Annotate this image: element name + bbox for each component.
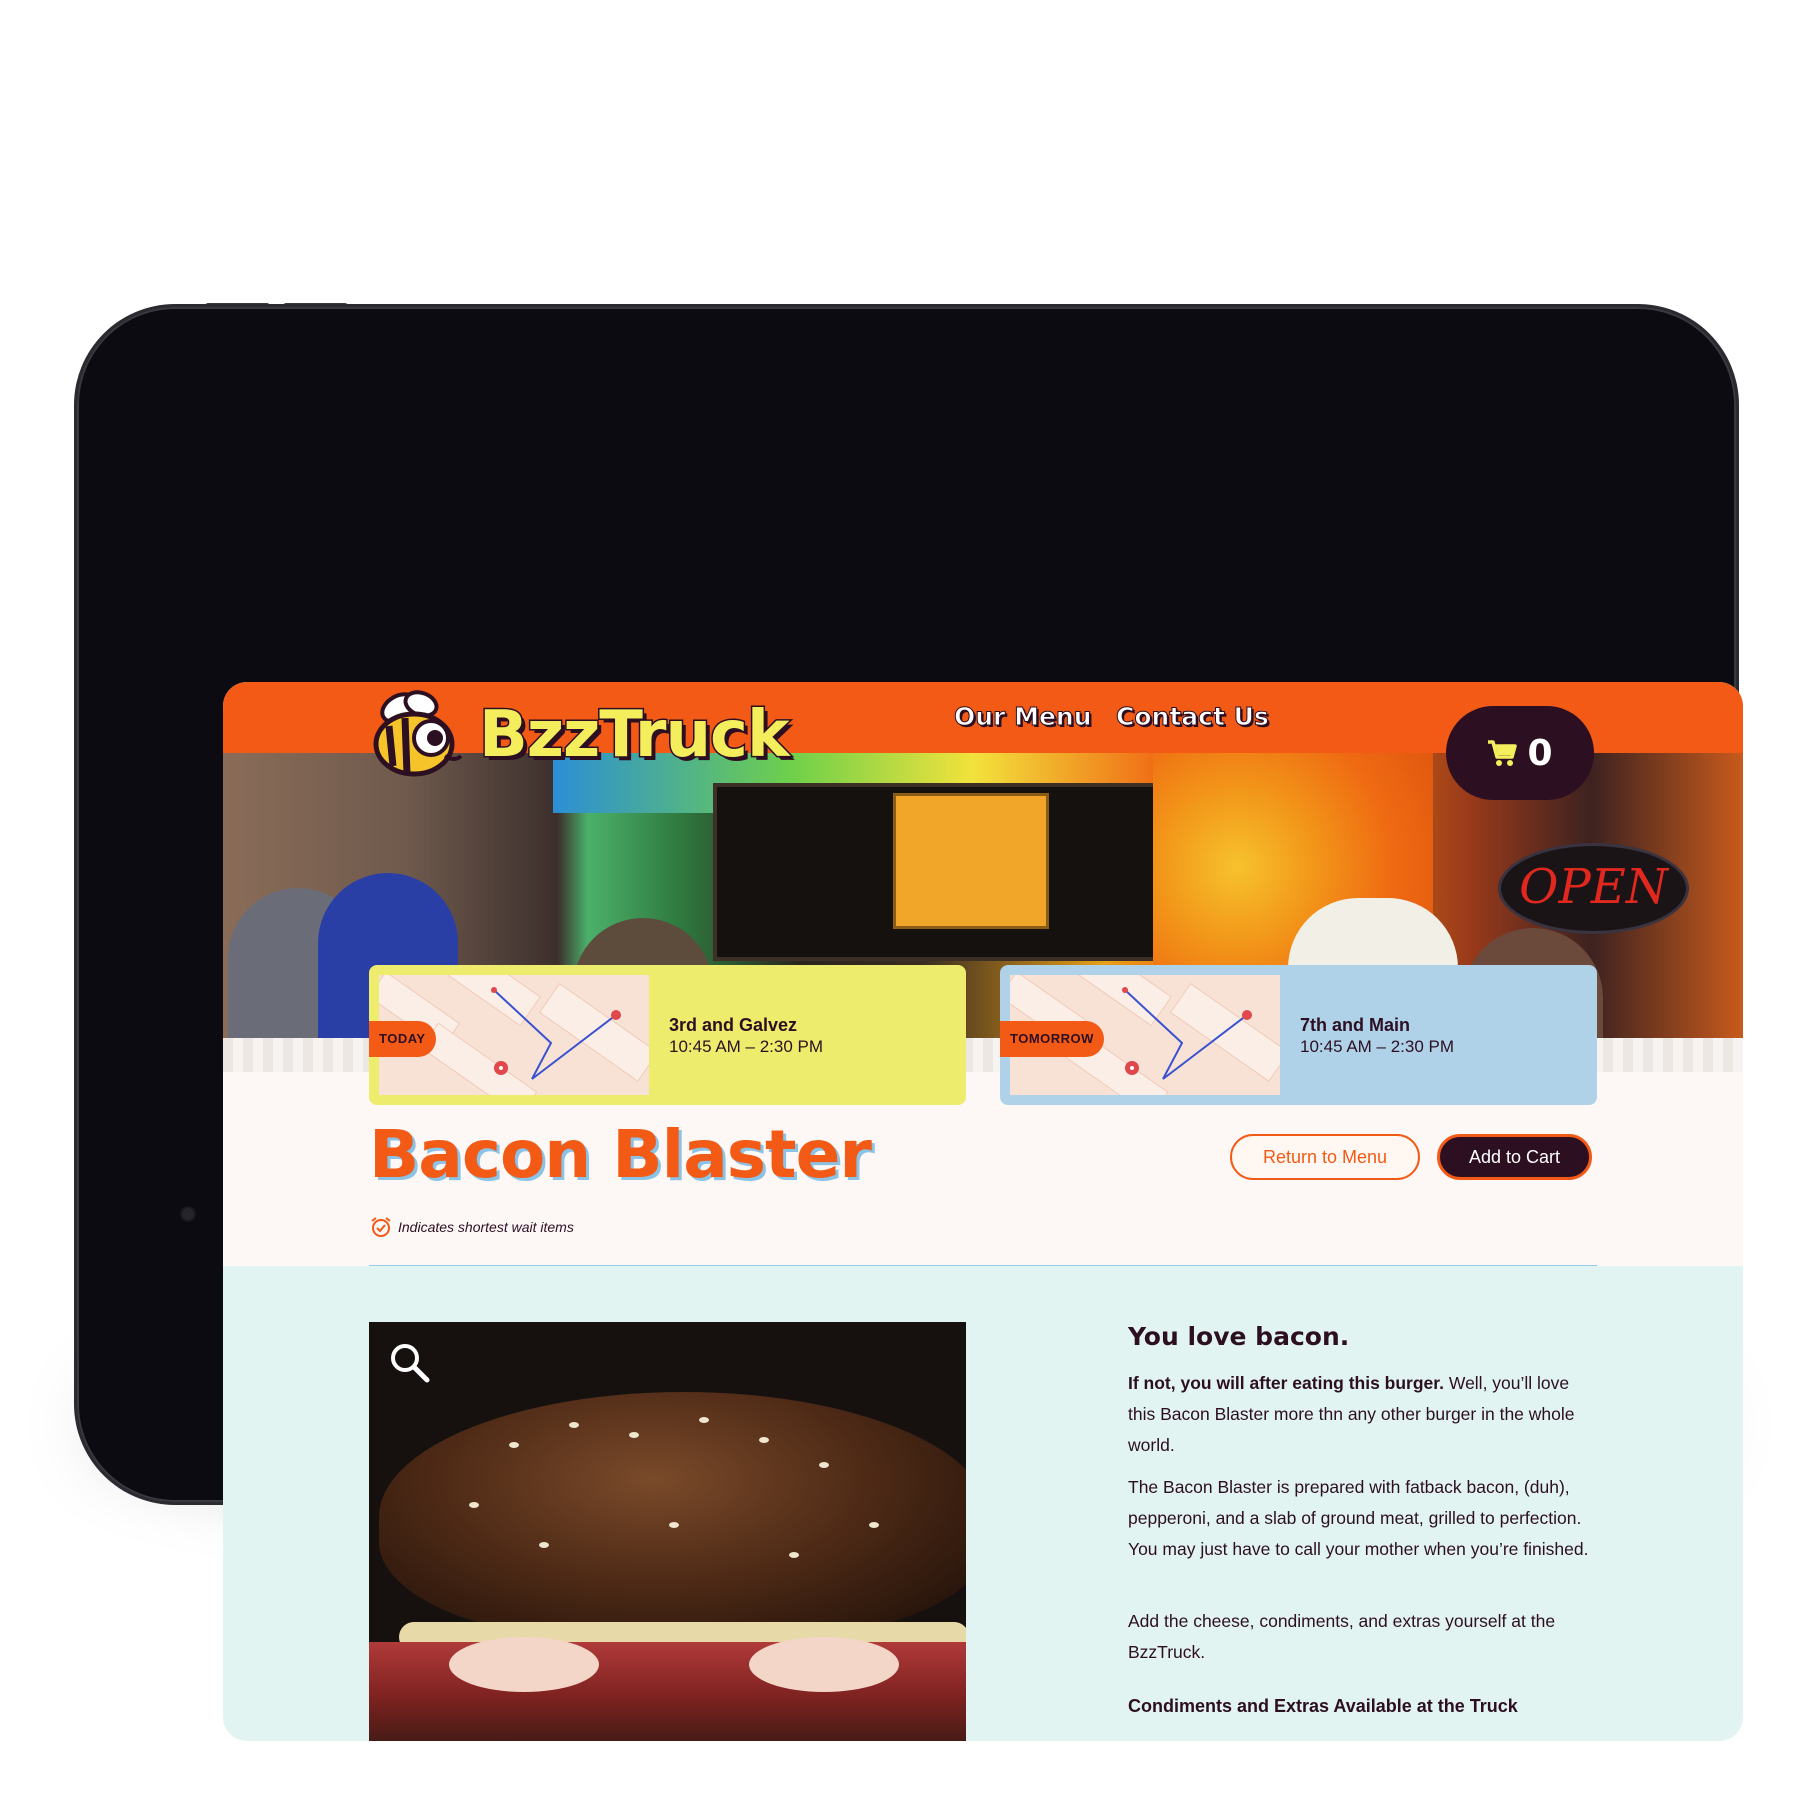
product-title: Bacon Blaster (369, 1116, 872, 1193)
cart-button[interactable]: 0 (1446, 706, 1594, 800)
day-badge: TODAY (369, 1021, 436, 1057)
add-to-cart-button[interactable]: Add to Cart (1437, 1134, 1592, 1180)
burger-bun (379, 1392, 966, 1642)
return-to-menu-button[interactable]: Return to Menu (1230, 1134, 1420, 1180)
schedule-card-today[interactable]: TODAY 3rd and Galvez 10:45 AM – 2:30 PM (369, 965, 966, 1105)
extras-heading: Condiments and Extras Available at the T… (1128, 1696, 1518, 1716)
web-page: BzzTruck Our Menu Contact Us 0 OPEN TODA… (223, 682, 1743, 1741)
sesame-seed (569, 1422, 579, 1428)
sesame-seed (669, 1522, 679, 1528)
schedule-location: 7th and Main (1300, 1015, 1411, 1035)
sesame-seed (699, 1417, 709, 1423)
sesame-seed (869, 1522, 879, 1528)
cart-count: 0 (1527, 732, 1553, 774)
zoom-magnifier-icon[interactable] (389, 1342, 431, 1384)
sesame-seed (469, 1502, 479, 1508)
truck-menu-board (893, 793, 1049, 929)
brand-logo[interactable]: BzzTruck (369, 686, 809, 782)
brand-wordmark: BzzTruck (478, 697, 792, 774)
shortest-wait-legend: Indicates shortest wait items (370, 1216, 574, 1238)
sesame-seed (629, 1432, 639, 1438)
description-paragraph-1: If not, you will after eating this burge… (1128, 1368, 1598, 1461)
description-paragraph-3: Add the cheese, condiments, and extras y… (1128, 1611, 1556, 1662)
schedule-location: 3rd and Galvez (669, 1015, 798, 1035)
sesame-seed (539, 1542, 549, 1548)
sesame-seed (789, 1552, 799, 1558)
sesame-seed (819, 1462, 829, 1468)
burger-ham (449, 1637, 599, 1692)
description-heading: You love bacon. (1128, 1322, 1350, 1351)
sesame-seed (759, 1437, 769, 1443)
burger-ham (749, 1637, 899, 1692)
front-camera (180, 1206, 196, 1222)
tablet-frame: BzzTruck Our Menu Contact Us 0 OPEN TODA… (77, 307, 1743, 1741)
description-lead: If not, you will after eating this burge… (1128, 1373, 1444, 1393)
bee-mascot-icon (373, 690, 463, 777)
nav-our-menu[interactable]: Our Menu (954, 702, 1093, 732)
alarm-clock-icon (371, 1217, 391, 1237)
legend-text: Indicates shortest wait items (398, 1219, 574, 1235)
nav-contact-us[interactable]: Contact Us (1116, 702, 1270, 732)
product-photo[interactable] (369, 1322, 966, 1741)
shopping-cart-icon (1488, 740, 1518, 766)
day-badge: TOMORROW (1000, 1021, 1104, 1057)
sesame-seed (509, 1442, 519, 1448)
schedule-hours: 10:45 AM – 2:30 PM (1300, 1037, 1455, 1056)
schedule-hours: 10:45 AM – 2:30 PM (669, 1037, 824, 1056)
schedule-card-tomorrow[interactable]: TOMORROW 7th and Main 10:45 AM – 2:30 PM (1000, 965, 1597, 1105)
open-sign: OPEN (1498, 843, 1689, 934)
description-paragraph-2: The Bacon Blaster is prepared with fatba… (1128, 1477, 1589, 1559)
